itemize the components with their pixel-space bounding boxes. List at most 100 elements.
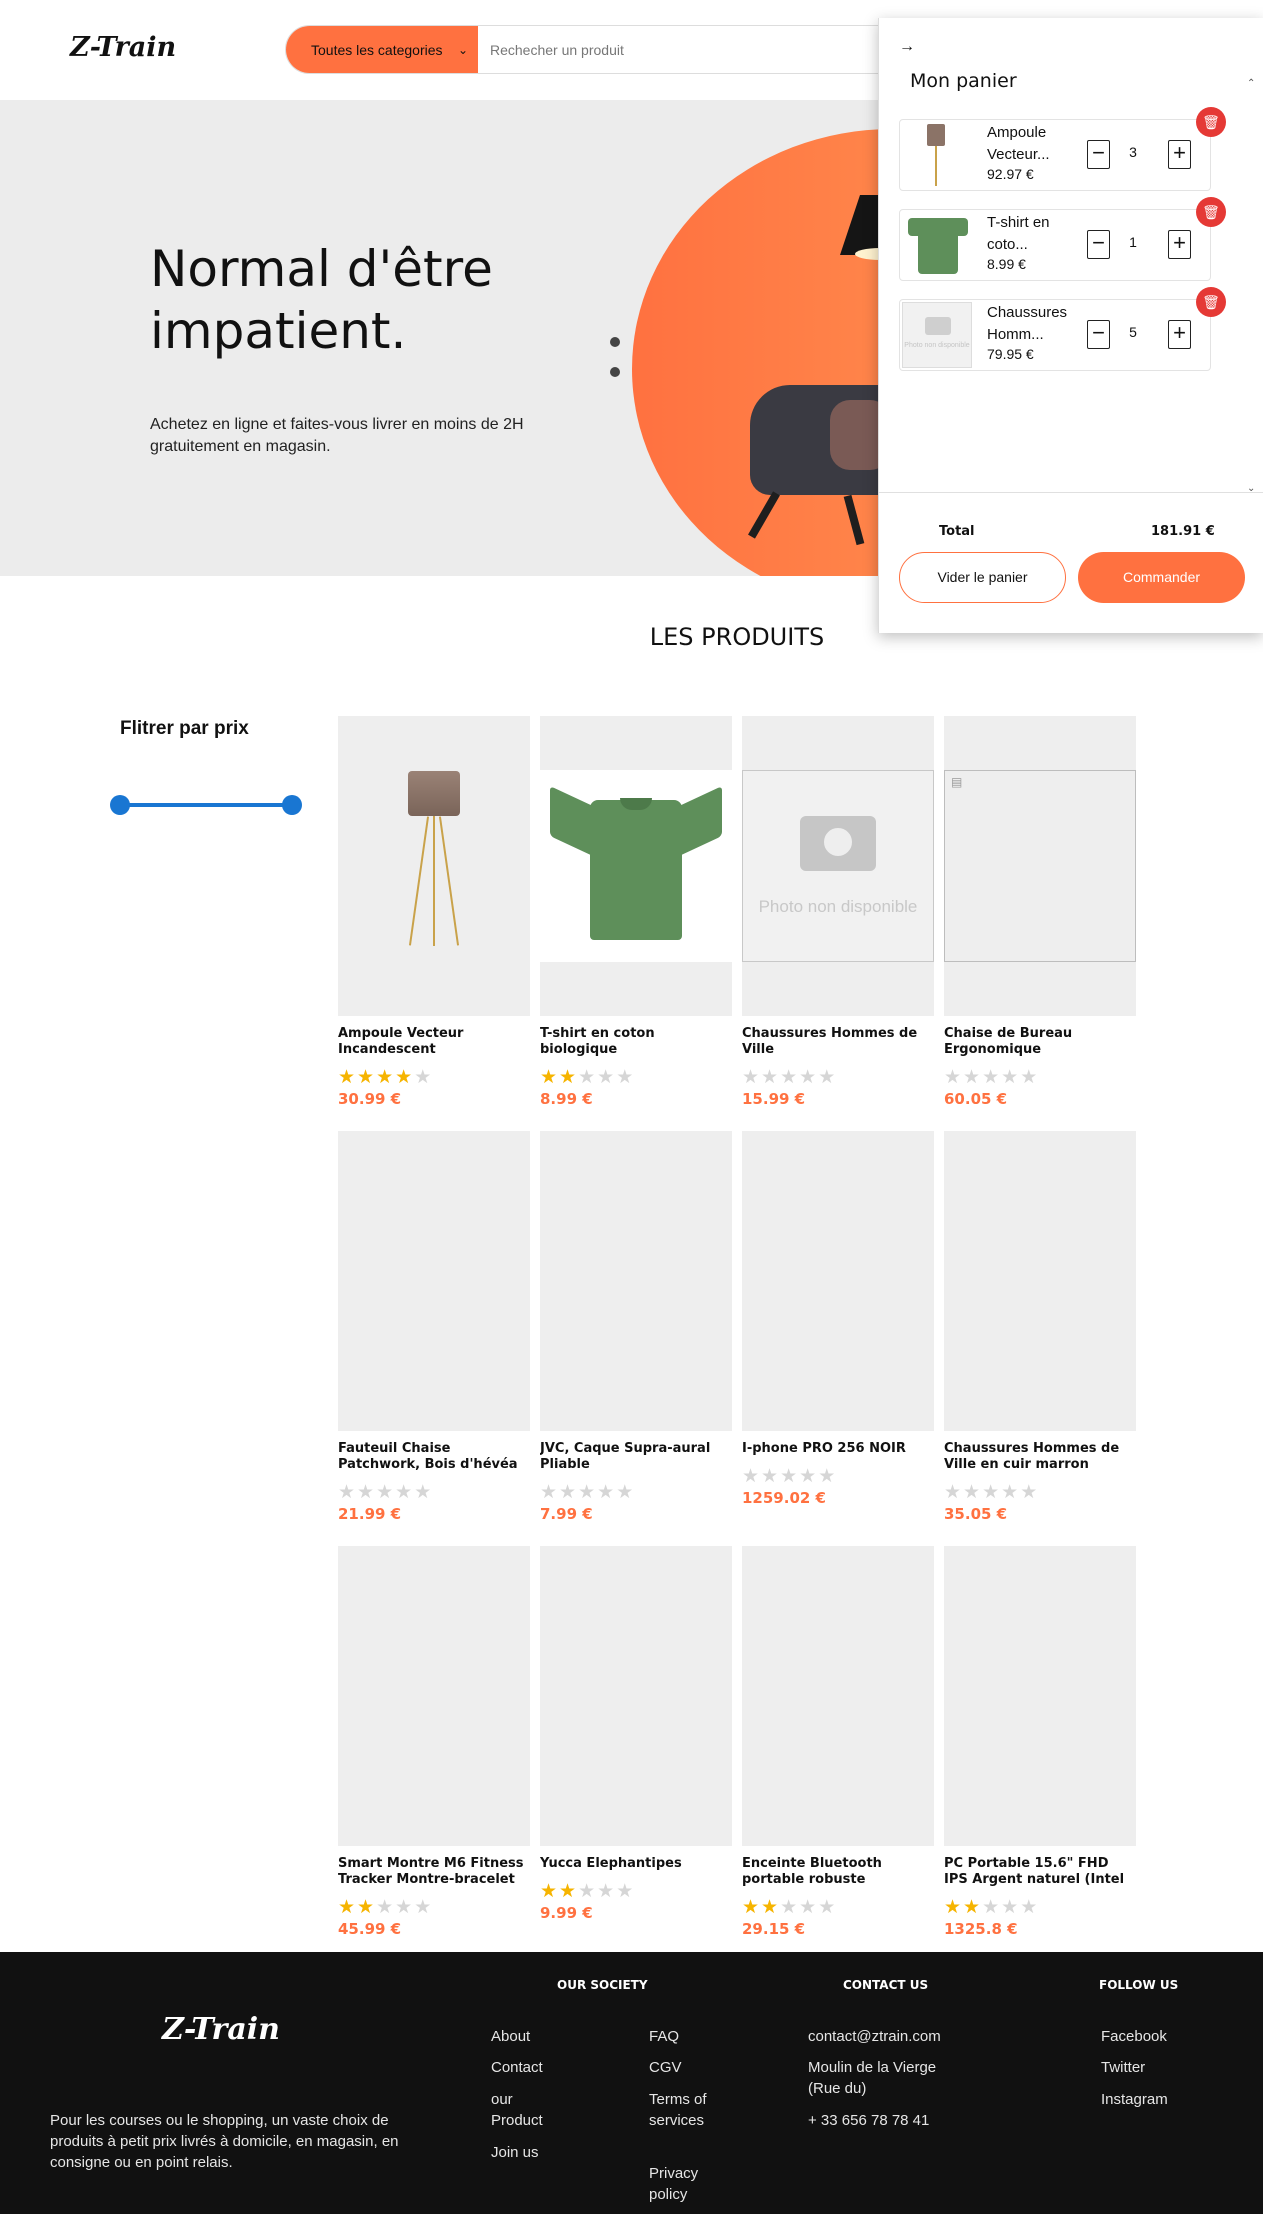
product-image[interactable]	[338, 1131, 530, 1431]
trash-icon[interactable]: 🗑	[1196, 287, 1226, 317]
product-price: 15.99 €	[742, 1090, 806, 1108]
increase-quantity-button[interactable]: +	[1168, 140, 1191, 169]
carousel-dot[interactable]	[610, 367, 620, 377]
product-name[interactable]: JVC, Caque Supra-aural Pliable	[540, 1441, 732, 1473]
product-image[interactable]	[540, 716, 732, 1016]
star-icon: ★	[780, 1466, 800, 1487]
cart-scrollbar[interactable]: ⌃ ⌄	[1245, 78, 1259, 498]
footer-contact-email[interactable]: contact@ztrain.com	[808, 2026, 941, 2047]
product-image[interactable]	[742, 1131, 934, 1431]
product-image[interactable]	[742, 1546, 934, 1846]
product-card[interactable]: Yucca Elephantipes ★★★★★ 9.99 €	[540, 1546, 732, 1922]
footer-link-instagram[interactable]: Instagram	[1101, 2089, 1168, 2110]
decrease-quantity-button[interactable]: −	[1087, 230, 1110, 259]
arrow-right-icon[interactable]: →	[899, 38, 915, 56]
star-icon: ★	[414, 1482, 434, 1503]
product-name[interactable]: I-phone PRO 256 NOIR	[742, 1441, 934, 1457]
product-name[interactable]: Fauteuil Chaise Patchwork, Bois d'hévéa	[338, 1441, 530, 1473]
product-image[interactable]	[540, 1546, 732, 1846]
product-image[interactable]	[944, 1131, 1136, 1431]
product-name[interactable]: Ampoule Vecteur Incandescent	[338, 1026, 530, 1058]
category-select[interactable]: Toutes les categories ⌄	[286, 26, 478, 73]
footer-link-privacy[interactable]: Privacy policy	[649, 2163, 709, 2205]
lamp-shade-image	[408, 771, 460, 816]
product-image[interactable]: ▤	[944, 716, 1136, 1016]
increase-quantity-button[interactable]: +	[1168, 230, 1191, 259]
product-card[interactable]: Enceinte Bluetooth portable robuste ★★★★…	[742, 1546, 934, 1938]
order-button[interactable]: Commander	[1078, 552, 1245, 603]
cart-item-quantity: 3	[1129, 144, 1137, 160]
placeholder-text: Photo non disponible	[904, 342, 970, 349]
product-card[interactable]: T-shirt en coton biologique ★★★★★ 8.99 €	[540, 716, 732, 1108]
star-icon: ★	[540, 1881, 560, 1902]
star-icon: ★	[559, 1067, 579, 1088]
increase-quantity-button[interactable]: +	[1168, 320, 1191, 349]
product-card[interactable]: I-phone PRO 256 NOIR ★★★★★ 1259.02 €	[742, 1131, 934, 1507]
product-image[interactable]	[540, 1131, 732, 1431]
empty-cart-button[interactable]: Vider le panier	[899, 552, 1066, 603]
hero-text: Achetez en ligne et faites-vous livrer e…	[150, 416, 524, 455]
search-input[interactable]	[478, 26, 904, 73]
carousel-dot[interactable]	[610, 337, 620, 347]
decrease-quantity-button[interactable]: −	[1087, 320, 1110, 349]
product-card[interactable]: JVC, Caque Supra-aural Pliable ★★★★★ 7.9…	[540, 1131, 732, 1523]
footer-link-join-us[interactable]: Join us	[491, 2142, 539, 2163]
product-price: 35.05 €	[944, 1505, 1008, 1523]
cart-item-name: T-shirt en coto...	[987, 214, 1050, 253]
product-name[interactable]: PC Portable 15.6" FHD IPS Argent naturel…	[944, 1856, 1136, 1888]
footer-link-about[interactable]: About	[491, 2026, 530, 2047]
trash-icon[interactable]: 🗑	[1196, 107, 1226, 137]
product-name[interactable]: T-shirt en coton biologique	[540, 1026, 732, 1058]
star-icon: ★	[1020, 1067, 1040, 1088]
star-icon: ★	[1020, 1482, 1040, 1503]
footer-link-twitter[interactable]: Twitter	[1101, 2057, 1145, 2078]
star-icon: ★	[559, 1881, 579, 1902]
slider-thumb-max[interactable]	[282, 795, 302, 815]
footer-link-terms[interactable]: Terms of services	[649, 2089, 709, 2131]
star-icon: ★	[944, 1897, 964, 1918]
product-price: 9.99 €	[540, 1904, 593, 1922]
product-card[interactable]: Ampoule Vecteur Incandescent ★★★★★ 30.99…	[338, 716, 530, 1108]
cart-item-thumbnail	[902, 122, 972, 188]
footer-logo[interactable]: Z-Train	[162, 2012, 280, 2047]
product-name[interactable]: Chaussures Hommes de Ville en cuir marro…	[944, 1441, 1136, 1473]
footer-contact-phone[interactable]: + 33 656 78 78 41	[808, 2110, 929, 2131]
star-icon: ★	[395, 1482, 415, 1503]
footer-link-our-product[interactable]: our Product	[491, 2089, 561, 2131]
product-image[interactable]	[944, 1546, 1136, 1846]
scroll-up-icon[interactable]: ⌃	[1247, 78, 1255, 89]
star-icon: ★	[818, 1897, 838, 1918]
product-name[interactable]: Chaise de Bureau Ergonomique	[944, 1026, 1136, 1058]
footer-link-contact[interactable]: Contact	[491, 2057, 543, 2078]
trash-icon[interactable]: 🗑	[1196, 197, 1226, 227]
footer-contact-title: CONTACT US	[843, 1978, 929, 1992]
logo[interactable]: Z-Train	[70, 32, 176, 63]
product-card[interactable]: ▤ Chaise de Bureau Ergonomique ★★★★★ 60.…	[944, 716, 1136, 1108]
product-card[interactable]: Fauteuil Chaise Patchwork, Bois d'hévéa …	[338, 1131, 530, 1523]
product-card[interactable]: Smart Montre M6 Fitness Tracker Montre-b…	[338, 1546, 530, 1938]
footer-link-facebook[interactable]: Facebook	[1101, 2026, 1167, 2047]
product-image[interactable]: Photo non disponible	[742, 716, 934, 1016]
star-icon: ★	[944, 1067, 964, 1088]
footer-link-cgv[interactable]: CGV	[649, 2057, 682, 2078]
rating-stars: ★★★★★	[742, 1898, 934, 1917]
product-name[interactable]: Smart Montre M6 Fitness Tracker Montre-b…	[338, 1856, 530, 1888]
product-card[interactable]: Chaussures Hommes de Ville en cuir marro…	[944, 1131, 1136, 1523]
product-price: 1259.02 €	[742, 1489, 826, 1507]
product-card[interactable]: PC Portable 15.6" FHD IPS Argent naturel…	[944, 1546, 1136, 1938]
product-image[interactable]	[338, 716, 530, 1016]
star-icon: ★	[799, 1067, 819, 1088]
broken-image: ▤	[944, 770, 1136, 962]
product-name[interactable]: Chaussures Hommes de Ville	[742, 1026, 934, 1058]
product-image[interactable]	[338, 1546, 530, 1846]
product-name[interactable]: Enceinte Bluetooth portable robuste	[742, 1856, 934, 1888]
price-range-slider[interactable]	[110, 795, 310, 815]
footer: Z-Train Pour les courses ou le shopping,…	[0, 1952, 1263, 2214]
product-card[interactable]: Photo non disponible Chaussures Hommes d…	[742, 716, 934, 1108]
star-icon: ★	[540, 1482, 560, 1503]
slider-thumb-min[interactable]	[110, 795, 130, 815]
rating-stars: ★★★★★	[338, 1898, 530, 1917]
footer-link-faq[interactable]: FAQ	[649, 2026, 679, 2047]
product-name[interactable]: Yucca Elephantipes	[540, 1856, 732, 1872]
decrease-quantity-button[interactable]: −	[1087, 140, 1110, 169]
